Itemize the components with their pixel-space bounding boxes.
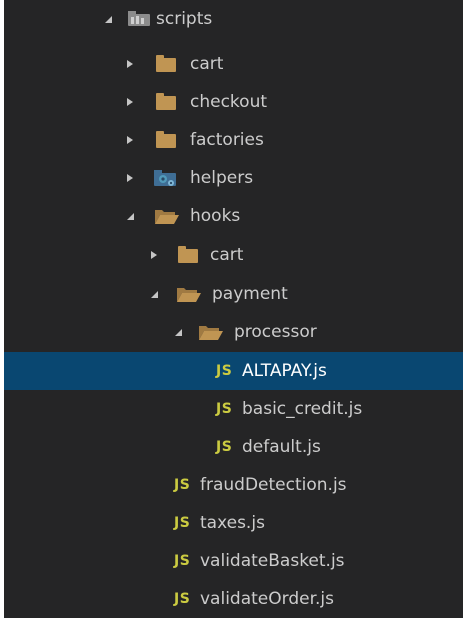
chevron-down-icon[interactable] xyxy=(148,288,160,300)
js-file-icon: JS xyxy=(174,553,191,569)
tree-item-default-js[interactable]: JS default.js xyxy=(4,428,463,466)
tree-item-label: checkout xyxy=(190,92,268,112)
js-file-icon: JS xyxy=(174,477,191,493)
tree-item-factories[interactable]: factories xyxy=(4,121,463,159)
tree-item-checkout[interactable]: checkout xyxy=(4,83,463,121)
tree-item-frauddetection-js[interactable]: JS fraudDetection.js xyxy=(4,466,463,504)
chevron-right-icon[interactable] xyxy=(148,249,160,261)
tree-item-cart[interactable]: cart xyxy=(4,45,463,83)
chevron-down-icon[interactable] xyxy=(172,326,184,338)
chevron-down-icon[interactable] xyxy=(102,13,114,25)
folder-icon xyxy=(156,55,176,72)
tree-item-label: validateBasket.js xyxy=(200,551,345,571)
tree-item-hooks[interactable]: hooks xyxy=(4,197,463,235)
folder-open-icon xyxy=(176,286,202,303)
helpers-folder-icon xyxy=(154,170,178,188)
chevron-right-icon[interactable] xyxy=(124,172,136,184)
tree-item-label: ALTAPAY.js xyxy=(242,361,327,381)
file-explorer-tree: scripts cart checkout factories helpers … xyxy=(4,0,463,618)
tree-item-label: factories xyxy=(190,130,264,150)
tree-item-label: fraudDetection.js xyxy=(200,475,347,495)
folder-icon xyxy=(156,93,176,110)
tree-item-label: cart xyxy=(210,245,244,265)
folder-icon xyxy=(178,246,198,263)
tree-item-label: helpers xyxy=(190,168,254,188)
tree-item-validatebasket-js[interactable]: JS validateBasket.js xyxy=(4,542,463,580)
folder-icon xyxy=(156,131,176,148)
tree-item-payment[interactable]: payment xyxy=(4,275,463,313)
chevron-right-icon[interactable] xyxy=(124,96,136,108)
tree-item-label: validateOrder.js xyxy=(200,589,334,609)
tree-item-label: basic_credit.js xyxy=(242,399,363,419)
tree-item-helpers[interactable]: helpers xyxy=(4,159,463,197)
tree-item-taxes-js[interactable]: JS taxes.js xyxy=(4,504,463,542)
tree-item-basic-credit-js[interactable]: JS basic_credit.js xyxy=(4,390,463,428)
chevron-right-icon[interactable] xyxy=(124,58,136,70)
tree-item-label: processor xyxy=(234,322,317,342)
tree-item-label: taxes.js xyxy=(200,513,265,533)
tree-item-hooks-cart[interactable]: cart xyxy=(4,236,463,274)
tree-item-label: hooks xyxy=(190,206,241,226)
tree-item-validateorder-js[interactable]: JS validateOrder.js xyxy=(4,580,463,618)
tree-item-label: scripts xyxy=(156,9,213,29)
js-file-icon: JS xyxy=(174,591,191,607)
folder-open-icon xyxy=(154,208,180,225)
js-file-icon: JS xyxy=(216,401,233,417)
tree-item-label: payment xyxy=(212,284,288,304)
js-file-icon: JS xyxy=(216,363,233,379)
tree-item-label: default.js xyxy=(242,437,321,457)
scripts-folder-icon xyxy=(128,11,150,27)
tree-item-processor[interactable]: processor xyxy=(4,313,463,351)
js-file-icon: JS xyxy=(216,439,233,455)
chevron-right-icon[interactable] xyxy=(124,134,136,146)
tree-item-scripts[interactable]: scripts xyxy=(4,0,463,38)
js-file-icon: JS xyxy=(174,515,191,531)
chevron-down-icon[interactable] xyxy=(124,210,136,222)
folder-open-icon xyxy=(198,324,224,341)
tree-item-altapay-js[interactable]: JS ALTAPAY.js xyxy=(4,352,463,390)
tree-item-label: cart xyxy=(190,54,224,74)
